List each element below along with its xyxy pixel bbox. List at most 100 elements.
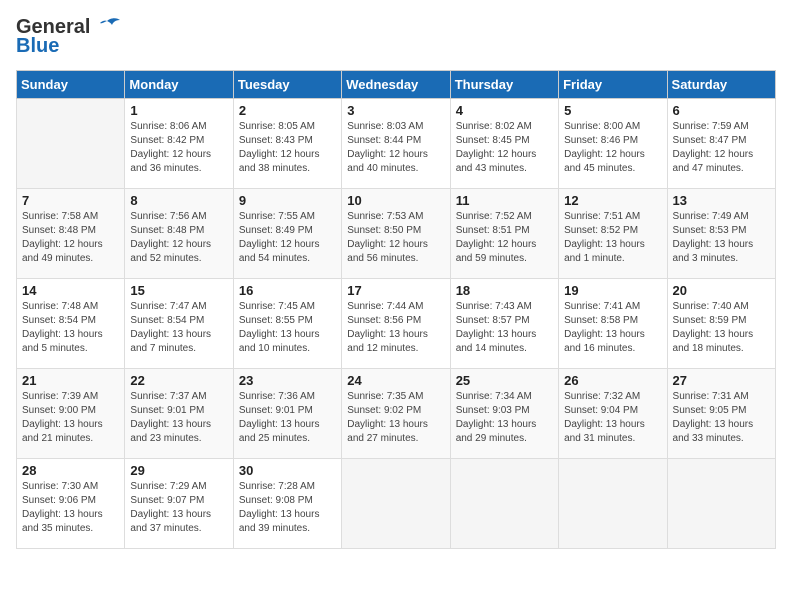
calendar-week-row: 28 Sunrise: 7:30 AM Sunset: 9:06 PM Dayli…: [17, 459, 776, 549]
calendar-cell: 7Sunrise: 7:58 AM Sunset: 8:48 PM Daylig…: [17, 189, 125, 279]
day-number: 11: [456, 193, 553, 208]
day-number: 19: [564, 283, 661, 298]
calendar-cell: 2 Sunrise: 8:05 AM Sunset: 8:43 PM Daylig…: [233, 99, 341, 189]
day-info: Sunrise: 7:40 AM Sunset: 8:59 PM Dayligh…: [673, 300, 770, 356]
calendar-cell: [559, 459, 667, 549]
day-info: Sunrise: 7:30 AM Sunset: 9:06 PM Dayligh…: [22, 480, 119, 536]
header-row: SundayMondayTuesdayWednesdayThursdayFrid…: [17, 71, 776, 99]
day-number: 29: [130, 463, 227, 478]
calendar-cell: 25Sunrise: 7:34 AM Sunset: 9:03 PM Dayli…: [450, 369, 558, 459]
day-number: 14: [22, 283, 119, 298]
day-number: 18: [456, 283, 553, 298]
calendar-cell: 14 Sunrise: 7:48 AM Sunset: 8:54 PM Dayli…: [17, 279, 125, 369]
calendar-cell: [667, 459, 775, 549]
day-number: 7: [22, 193, 119, 208]
calendar-cell: 9 Sunrise: 7:55 AM Sunset: 8:49 PM Daylig…: [233, 189, 341, 279]
day-info: Sunrise: 7:48 AM Sunset: 8:54 PM Dayligh…: [22, 300, 119, 356]
calendar-cell: 24Sunrise: 7:35 AM Sunset: 9:02 PM Dayli…: [342, 369, 450, 459]
logo-bird-icon: [94, 17, 120, 39]
calendar-cell: 12 Sunrise: 7:51 AM Sunset: 8:52 PM Dayli…: [559, 189, 667, 279]
day-info: Sunrise: 8:06 AM Sunset: 8:42 PM Dayligh…: [130, 120, 227, 176]
header-day: Sunday: [17, 71, 125, 99]
day-info: Sunrise: 8:02 AM Sunset: 8:45 PM Dayligh…: [456, 120, 553, 176]
day-info: Sunrise: 7:41 AM Sunset: 8:58 PM Dayligh…: [564, 300, 661, 356]
day-info: Sunrise: 7:39 AM Sunset: 9:00 PM Dayligh…: [22, 390, 119, 446]
calendar-cell: 8 Sunrise: 7:56 AM Sunset: 8:48 PM Daylig…: [125, 189, 233, 279]
day-number: 22: [130, 373, 227, 388]
day-info: Sunrise: 7:59 AM Sunset: 8:47 PM Dayligh…: [673, 120, 770, 176]
day-info: Sunrise: 7:53 AM Sunset: 8:50 PM Dayligh…: [347, 210, 444, 266]
calendar-cell: 5Sunrise: 8:00 AM Sunset: 8:46 PM Daylig…: [559, 99, 667, 189]
logo: General Blue: [16, 16, 120, 58]
calendar-cell: 13 Sunrise: 7:49 AM Sunset: 8:53 PM Dayli…: [667, 189, 775, 279]
logo-blue: Blue: [16, 35, 59, 58]
calendar-cell: 6 Sunrise: 7:59 AM Sunset: 8:47 PM Daylig…: [667, 99, 775, 189]
calendar-cell: 19 Sunrise: 7:41 AM Sunset: 8:58 PM Dayli…: [559, 279, 667, 369]
calendar-cell: [17, 99, 125, 189]
calendar-table: SundayMondayTuesdayWednesdayThursdayFrid…: [16, 70, 776, 549]
calendar-week-row: 7Sunrise: 7:58 AM Sunset: 8:48 PM Daylig…: [17, 189, 776, 279]
calendar-cell: 21 Sunrise: 7:39 AM Sunset: 9:00 PM Dayli…: [17, 369, 125, 459]
day-number: 16: [239, 283, 336, 298]
day-number: 25: [456, 373, 553, 388]
day-info: Sunrise: 7:49 AM Sunset: 8:53 PM Dayligh…: [673, 210, 770, 266]
calendar-cell: 1 Sunrise: 8:06 AM Sunset: 8:42 PM Daylig…: [125, 99, 233, 189]
day-info: Sunrise: 7:56 AM Sunset: 8:48 PM Dayligh…: [130, 210, 227, 266]
day-number: 24: [347, 373, 444, 388]
calendar-cell: 11 Sunrise: 7:52 AM Sunset: 8:51 PM Dayli…: [450, 189, 558, 279]
calendar-cell: [342, 459, 450, 549]
day-number: 9: [239, 193, 336, 208]
day-number: 1: [130, 103, 227, 118]
day-info: Sunrise: 7:51 AM Sunset: 8:52 PM Dayligh…: [564, 210, 661, 266]
calendar-cell: 28 Sunrise: 7:30 AM Sunset: 9:06 PM Dayli…: [17, 459, 125, 549]
header-day: Monday: [125, 71, 233, 99]
day-number: 23: [239, 373, 336, 388]
day-info: Sunrise: 8:03 AM Sunset: 8:44 PM Dayligh…: [347, 120, 444, 176]
day-number: 4: [456, 103, 553, 118]
header-day: Saturday: [667, 71, 775, 99]
day-number: 10: [347, 193, 444, 208]
day-number: 17: [347, 283, 444, 298]
day-number: 2: [239, 103, 336, 118]
header-day: Wednesday: [342, 71, 450, 99]
day-number: 15: [130, 283, 227, 298]
day-info: Sunrise: 7:44 AM Sunset: 8:56 PM Dayligh…: [347, 300, 444, 356]
calendar-cell: 29Sunrise: 7:29 AM Sunset: 9:07 PM Dayli…: [125, 459, 233, 549]
day-info: Sunrise: 7:47 AM Sunset: 8:54 PM Dayligh…: [130, 300, 227, 356]
day-info: Sunrise: 7:55 AM Sunset: 8:49 PM Dayligh…: [239, 210, 336, 266]
day-info: Sunrise: 7:32 AM Sunset: 9:04 PM Dayligh…: [564, 390, 661, 446]
calendar-week-row: 21 Sunrise: 7:39 AM Sunset: 9:00 PM Dayli…: [17, 369, 776, 459]
day-number: 13: [673, 193, 770, 208]
calendar-cell: 20 Sunrise: 7:40 AM Sunset: 8:59 PM Dayli…: [667, 279, 775, 369]
header-day: Friday: [559, 71, 667, 99]
calendar-cell: 22 Sunrise: 7:37 AM Sunset: 9:01 PM Dayli…: [125, 369, 233, 459]
calendar-cell: 15 Sunrise: 7:47 AM Sunset: 8:54 PM Dayli…: [125, 279, 233, 369]
calendar-cell: 18Sunrise: 7:43 AM Sunset: 8:57 PM Dayli…: [450, 279, 558, 369]
day-info: Sunrise: 8:00 AM Sunset: 8:46 PM Dayligh…: [564, 120, 661, 176]
day-number: 30: [239, 463, 336, 478]
calendar-cell: 3Sunrise: 8:03 AM Sunset: 8:44 PM Daylig…: [342, 99, 450, 189]
day-info: Sunrise: 8:05 AM Sunset: 8:43 PM Dayligh…: [239, 120, 336, 176]
day-number: 6: [673, 103, 770, 118]
day-number: 20: [673, 283, 770, 298]
day-number: 28: [22, 463, 119, 478]
day-number: 21: [22, 373, 119, 388]
calendar-cell: 16 Sunrise: 7:45 AM Sunset: 8:55 PM Dayli…: [233, 279, 341, 369]
calendar-week-row: 14 Sunrise: 7:48 AM Sunset: 8:54 PM Dayli…: [17, 279, 776, 369]
day-info: Sunrise: 7:45 AM Sunset: 8:55 PM Dayligh…: [239, 300, 336, 356]
day-number: 12: [564, 193, 661, 208]
header-day: Tuesday: [233, 71, 341, 99]
day-info: Sunrise: 7:52 AM Sunset: 8:51 PM Dayligh…: [456, 210, 553, 266]
day-number: 26: [564, 373, 661, 388]
day-info: Sunrise: 7:37 AM Sunset: 9:01 PM Dayligh…: [130, 390, 227, 446]
calendar-cell: 23 Sunrise: 7:36 AM Sunset: 9:01 PM Dayli…: [233, 369, 341, 459]
calendar-cell: 30Sunrise: 7:28 AM Sunset: 9:08 PM Dayli…: [233, 459, 341, 549]
calendar-cell: 4 Sunrise: 8:02 AM Sunset: 8:45 PM Daylig…: [450, 99, 558, 189]
day-number: 8: [130, 193, 227, 208]
day-number: 27: [673, 373, 770, 388]
calendar-cell: 17 Sunrise: 7:44 AM Sunset: 8:56 PM Dayli…: [342, 279, 450, 369]
day-info: Sunrise: 7:36 AM Sunset: 9:01 PM Dayligh…: [239, 390, 336, 446]
header: General Blue: [16, 16, 776, 58]
day-info: Sunrise: 7:31 AM Sunset: 9:05 PM Dayligh…: [673, 390, 770, 446]
calendar-cell: 10 Sunrise: 7:53 AM Sunset: 8:50 PM Dayli…: [342, 189, 450, 279]
